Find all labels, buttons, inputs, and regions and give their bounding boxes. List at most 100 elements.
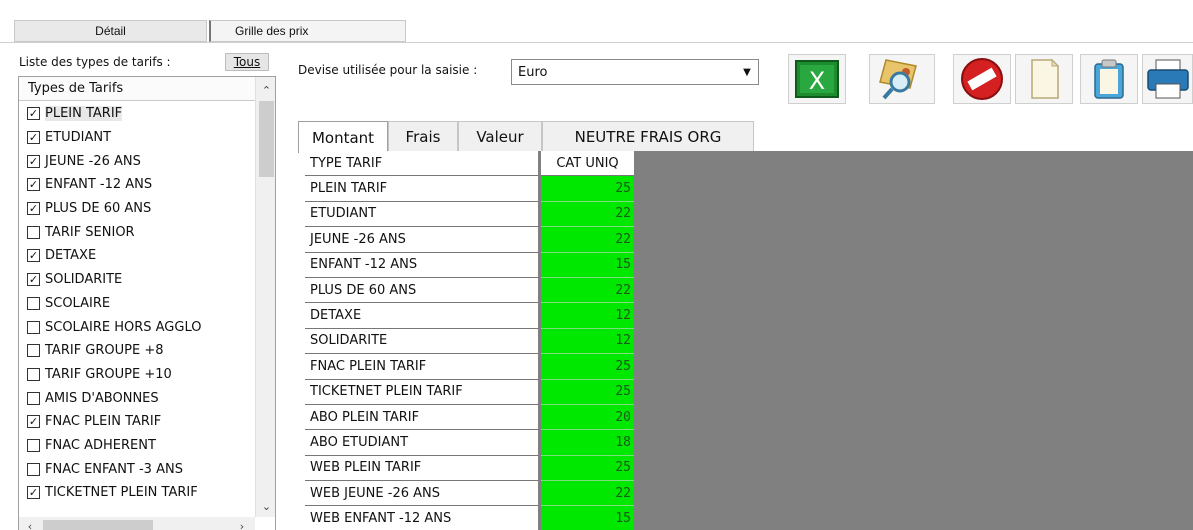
grid-row-type[interactable]: SOLIDARITE [305,328,538,355]
hscroll-thumb[interactable] [43,520,153,530]
list-item[interactable]: SCOLAIRE [19,292,255,316]
grid-row-type[interactable]: DETAXE [305,303,538,329]
checkbox[interactable] [27,320,40,334]
scroll-down-icon[interactable]: ⌄ [256,497,275,515]
chevron-down-icon[interactable]: ▼ [740,64,754,80]
tab-montant[interactable]: Montant [298,121,388,153]
list-item[interactable]: ✓ PLEIN TARIF [19,102,255,126]
list-items: ✓ PLEIN TARIF ✓ ETUDIANT ✓ JEUNE -26 ANS ✓ ENFA… [19,102,255,505]
checkbox[interactable]: ✓ [27,202,40,216]
grid-row-type[interactable]: ABO ETUDIANT [305,430,538,456]
grid-row-value[interactable]: 15 [541,506,634,530]
print-button[interactable] [1142,54,1193,104]
list-item[interactable]: FNAC ADHERENT [19,434,255,458]
vertical-scrollbar[interactable]: ⌃ ⌄ [255,77,275,517]
grid-row-value[interactable]: 12 [541,328,634,355]
list-item-label: TARIF GROUPE +8 [45,343,164,359]
excel-export-button[interactable]: X [788,54,846,104]
checkbox[interactable] [27,438,40,452]
list-item[interactable]: ✓ JEUNE -26 ANS [19,149,255,173]
list-header: Types de Tarifs [19,77,255,101]
tab-divider [0,42,1193,43]
list-item-label: TARIF SENIOR [45,224,135,240]
grid-row-type[interactable]: JEUNE -26 ANS [305,227,538,253]
tab-grille-des-prix[interactable]: Grille des prix [209,20,406,42]
scroll-right-icon[interactable]: › [233,517,251,530]
cancel-button[interactable] [953,54,1011,104]
grid-row-value[interactable]: 22 [541,227,634,253]
devise-value: Euro [518,64,548,80]
devise-select[interactable]: Euro ▼ [511,59,759,85]
grid-row-value[interactable]: 22 [541,201,634,228]
grid-row-value[interactable]: 18 [541,430,634,456]
list-item[interactable]: ✓ DETAXE [19,244,255,268]
checkbox[interactable]: ✓ [27,107,40,121]
list-item-label: FNAC PLEIN TARIF [45,414,162,430]
scroll-left-icon[interactable]: ‹ [21,517,39,530]
grid-row-type[interactable]: ABO PLEIN TARIF [305,404,538,431]
search-price-button[interactable] [869,54,935,104]
scroll-up-icon[interactable]: ⌃ [256,81,275,99]
excel-icon: X [795,60,839,98]
checkbox[interactable] [27,225,40,239]
list-item[interactable]: ✓ FNAC PLEIN TARIF [19,410,255,434]
tous-button[interactable]: Tous [225,53,269,71]
grid-row-value[interactable]: 25 [541,354,634,380]
list-item[interactable]: TARIF SENIOR [19,220,255,244]
checkbox[interactable] [27,391,40,405]
grid-row-type[interactable]: ETUDIANT [305,201,538,228]
grid-header-type: TYPE TARIF [305,151,538,177]
list-item[interactable]: ✓ TICKETNET PLEIN TARIF [19,481,255,505]
list-header-label: Types de Tarifs [28,81,124,96]
grid-row-value[interactable]: 22 [541,481,634,507]
checkbox[interactable]: ✓ [27,154,40,168]
list-item[interactable]: ✓ ENFANT -12 ANS [19,173,255,197]
list-item[interactable]: ✓ PLUS DE 60 ANS [19,197,255,221]
grid-row-type[interactable]: FNAC PLEIN TARIF [305,354,538,380]
grid-row-value[interactable]: 20 [541,404,634,431]
grid-row-value[interactable]: 12 [541,303,634,329]
grid-row-value[interactable]: 25 [541,176,634,202]
tab-detail[interactable]: Détail [14,20,207,42]
grid-row-value[interactable]: 25 [541,455,634,482]
checkbox[interactable]: ✓ [27,178,40,192]
grid-row-type[interactable]: WEB JEUNE -26 ANS [305,481,538,507]
list-item[interactable]: TARIF GROUPE +8 [19,339,255,363]
list-item-label: TARIF GROUPE +10 [45,366,172,382]
horizontal-scrollbar[interactable]: ‹ › [19,517,255,530]
grid-row-type[interactable]: ENFANT -12 ANS [305,252,538,278]
grid-row-type[interactable]: PLUS DE 60 ANS [305,277,538,304]
grid-row-value[interactable]: 15 [541,252,634,278]
checkbox[interactable]: ✓ [27,273,40,287]
checkbox[interactable]: ✓ [27,131,40,145]
grid-row-value[interactable]: 25 [541,379,634,405]
checkbox[interactable] [27,296,40,310]
new-page-button[interactable] [1015,54,1073,104]
list-item-label: PLEIN TARIF [45,106,123,122]
list-item[interactable]: TARIF GROUPE +10 [19,363,255,387]
scroll-thumb[interactable] [259,101,274,177]
list-item-label: AMIS D'ABONNES [45,390,159,406]
paste-button[interactable] [1080,54,1138,104]
grid-row-type[interactable]: PLEIN TARIF [305,176,538,202]
checkbox[interactable] [27,367,40,381]
grid-row-type[interactable]: TICKETNET PLEIN TARIF [305,379,538,405]
list-item[interactable]: AMIS D'ABONNES [19,386,255,410]
list-item[interactable]: ✓ ETUDIANT [19,126,255,150]
tab-frais[interactable]: Frais [388,121,458,151]
list-item[interactable]: FNAC ENFANT -3 ANS [19,457,255,481]
grid-row-type[interactable]: WEB PLEIN TARIF [305,455,538,482]
checkbox[interactable]: ✓ [27,415,40,429]
checkbox[interactable]: ✓ [27,486,40,500]
list-item-label: TICKETNET PLEIN TARIF [45,485,198,501]
checkbox[interactable] [27,344,40,358]
grid-row-value[interactable]: 22 [541,277,634,304]
tab-neutre-frais-org[interactable]: NEUTRE FRAIS ORG [542,121,754,151]
tab-valeur[interactable]: Valeur [458,121,542,151]
list-item[interactable]: ✓ SOLIDARITE [19,268,255,292]
grid-row-type[interactable]: WEB ENFANT -12 ANS [305,506,538,530]
list-item[interactable]: SCOLAIRE HORS AGGLO [19,315,255,339]
checkbox[interactable]: ✓ [27,249,40,263]
checkbox[interactable] [27,462,40,476]
tarif-types-label: Liste des types de tarifs : [19,55,171,69]
